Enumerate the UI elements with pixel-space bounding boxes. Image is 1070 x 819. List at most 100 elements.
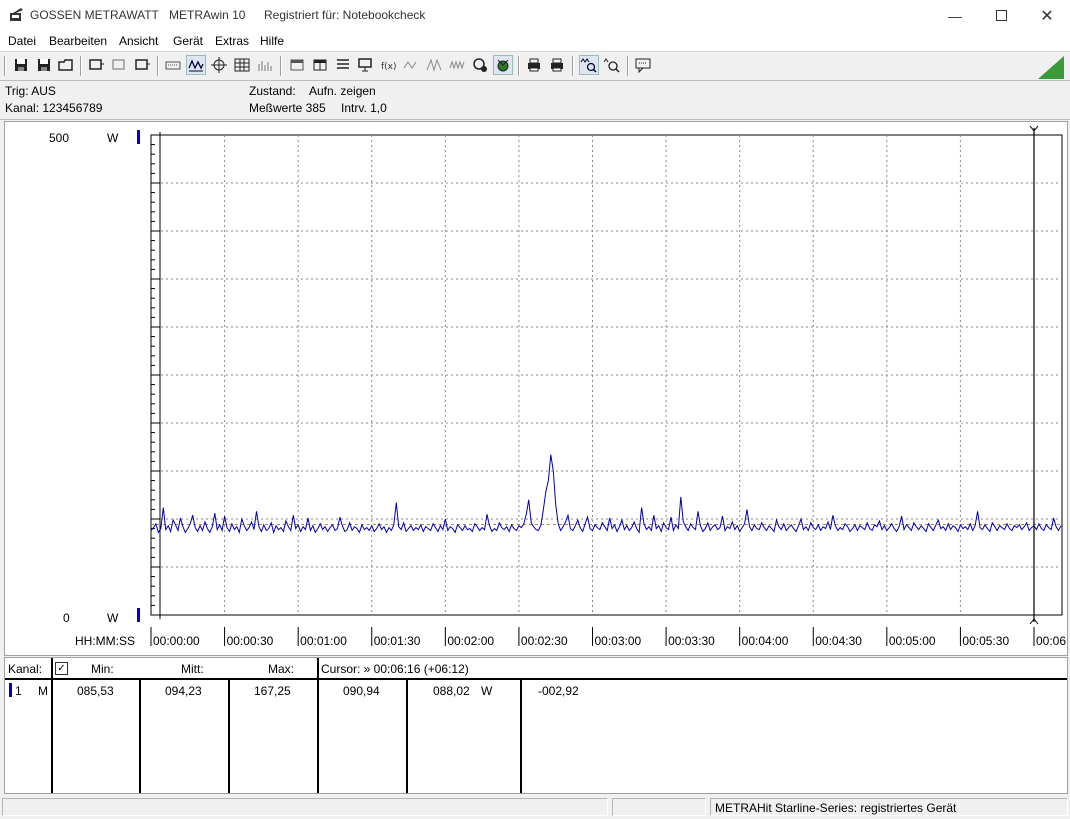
- close-icon: ✕: [1040, 7, 1054, 25]
- cell-unit: W: [481, 684, 493, 698]
- comment-icon[interactable]: [634, 56, 652, 74]
- power-series-line: [150, 454, 1062, 535]
- monitor-icon[interactable]: [493, 55, 513, 75]
- function-icon[interactable]: f(x): [379, 56, 397, 74]
- y-max-label: 500: [49, 131, 70, 145]
- column-divider: [520, 680, 522, 793]
- folder-open-icon[interactable]: [57, 56, 75, 74]
- measurement-count: Meßwerte 385: [249, 101, 326, 115]
- table-view-icon[interactable]: [233, 56, 251, 74]
- header-max: Max:: [268, 662, 295, 676]
- channel-color-marker: [9, 683, 12, 697]
- status-panel-middle: [612, 798, 706, 816]
- record-icon[interactable]: [471, 56, 489, 74]
- menu-geraet[interactable]: Gerät: [173, 34, 203, 48]
- window-icon[interactable]: [288, 56, 306, 74]
- cell-mode: M: [38, 684, 48, 698]
- line-chart-view-icon[interactable]: [186, 55, 206, 75]
- menu-datei[interactable]: Datei: [8, 34, 36, 48]
- maximize-icon: [995, 10, 1007, 21]
- column-divider: [139, 680, 141, 793]
- chart-panel[interactable]: 00:00:00 00:00:30 00:01:00 00:01:30 00:02:00…: [4, 121, 1068, 656]
- x-tick-label: 00:05:30: [962, 634, 1009, 648]
- unit-bottom-label: W: [107, 611, 119, 625]
- interval-value: Intrv. 1,0: [341, 101, 387, 115]
- keyboard-icon[interactable]: [164, 56, 182, 74]
- save-icon[interactable]: [35, 56, 53, 74]
- print-preview-icon[interactable]: [525, 56, 543, 74]
- header-divider: [5, 678, 1067, 680]
- toolbar-separator: [627, 56, 629, 76]
- toolbar-separator: [572, 56, 574, 76]
- menu-extras[interactable]: Extras: [215, 34, 249, 48]
- x-tick-label: 00:01:30: [374, 634, 421, 648]
- histogram-icon[interactable]: [256, 56, 274, 74]
- show-channel-checkbox[interactable]: ✓: [55, 662, 68, 675]
- values-table: Kanal: ✓ Min: Mitt: Max: Cursor: » 00:06…: [4, 657, 1068, 794]
- status-bar: METRAHit Starline-Series: registriertes …: [0, 796, 1070, 819]
- list-icon[interactable]: [334, 56, 352, 74]
- minimize-button[interactable]: —: [932, 0, 978, 31]
- line-chart[interactable]: 00:00:00 00:00:30 00:01:00 00:01:30 00:02:00…: [5, 122, 1067, 655]
- close-button[interactable]: ✕: [1024, 0, 1070, 31]
- x-tick-label: 00:04:00: [742, 634, 789, 648]
- trigger-status: Trig: AUS: [5, 84, 56, 98]
- column-divider: [317, 658, 319, 793]
- x-tick-label: 00:02:00: [447, 634, 494, 648]
- zoom-icon[interactable]: [603, 56, 621, 74]
- zoom-wave-icon[interactable]: [579, 55, 599, 75]
- computer-icon[interactable]: [356, 56, 374, 74]
- device-send-icon[interactable]: [133, 56, 151, 74]
- toolbar-separator: [280, 56, 282, 76]
- header-kanal: Kanal:: [8, 662, 43, 676]
- info-panel: Trig: AUS Kanal: 123456789 Zustand: Aufn…: [0, 80, 1070, 120]
- toolbar-separator: [518, 56, 520, 76]
- device-config-icon[interactable]: [110, 56, 128, 74]
- crosshair-icon[interactable]: [210, 56, 228, 74]
- menu-ansicht[interactable]: Ansicht: [119, 34, 158, 48]
- window-split-icon[interactable]: [311, 56, 329, 74]
- registration-title: Registriert für: Notebookcheck: [264, 8, 426, 22]
- state-value: Aufn. zeigen: [309, 84, 376, 98]
- toolbar-separator: [80, 56, 82, 76]
- column-divider: [51, 658, 53, 793]
- menu-bar: Datei Bearbeiten Ansicht Gerät Extras Hi…: [0, 31, 1070, 51]
- channel-status: Kanal: 123456789: [5, 101, 103, 115]
- menu-hilfe[interactable]: Hilfe: [260, 34, 284, 48]
- status-device-text: METRAHit Starline-Series: registriertes …: [710, 798, 1068, 816]
- x-tick-label: 00:01:00: [300, 634, 347, 648]
- x-tick-label: 00:02:30: [521, 634, 568, 648]
- resize-corner-icon: [1038, 56, 1064, 79]
- wave-icon[interactable]: [448, 56, 466, 74]
- x-tick-label: 00:00:30: [227, 634, 274, 648]
- x-format-label: HH:MM:SS: [75, 634, 135, 648]
- column-divider: [406, 680, 408, 793]
- y-min-label: 0: [63, 611, 70, 625]
- filter-icon[interactable]: [402, 56, 420, 74]
- print-icon[interactable]: [548, 56, 566, 74]
- x-tick-label: 00:04:30: [815, 634, 862, 648]
- unit-top-label: W: [107, 131, 119, 145]
- toolbar-grip: [4, 56, 6, 76]
- app-icon[interactable]: [9, 7, 25, 23]
- toolbar-separator: [157, 56, 159, 76]
- cell-delta: -002,92: [538, 684, 579, 698]
- peak-icon[interactable]: [425, 56, 443, 74]
- channel-marker-bottom: [137, 608, 140, 622]
- cell-cursor-a: 090,94: [343, 684, 380, 698]
- cell-cursor-b: 088,02: [433, 684, 470, 698]
- column-divider: [228, 680, 230, 793]
- title-bar: GOSSEN METRAWATT METRAwin 10 Registriert…: [0, 0, 1070, 31]
- x-tick-label: 00:03:00: [595, 634, 642, 648]
- cell-channel[interactable]: 1: [15, 684, 22, 698]
- cell-min: 085,53: [77, 684, 114, 698]
- device-read-icon[interactable]: [87, 56, 105, 74]
- x-tick-label: 00:00:00: [153, 634, 200, 648]
- maximize-button[interactable]: [978, 0, 1024, 31]
- status-panel-left: [2, 798, 608, 816]
- channel-marker-top: [137, 130, 140, 144]
- menu-bearbeiten[interactable]: Bearbeiten: [49, 34, 107, 48]
- x-tick-label: 00:06:00: [1036, 634, 1067, 648]
- open-file-icon[interactable]: [12, 56, 30, 74]
- minimize-icon: —: [948, 7, 962, 24]
